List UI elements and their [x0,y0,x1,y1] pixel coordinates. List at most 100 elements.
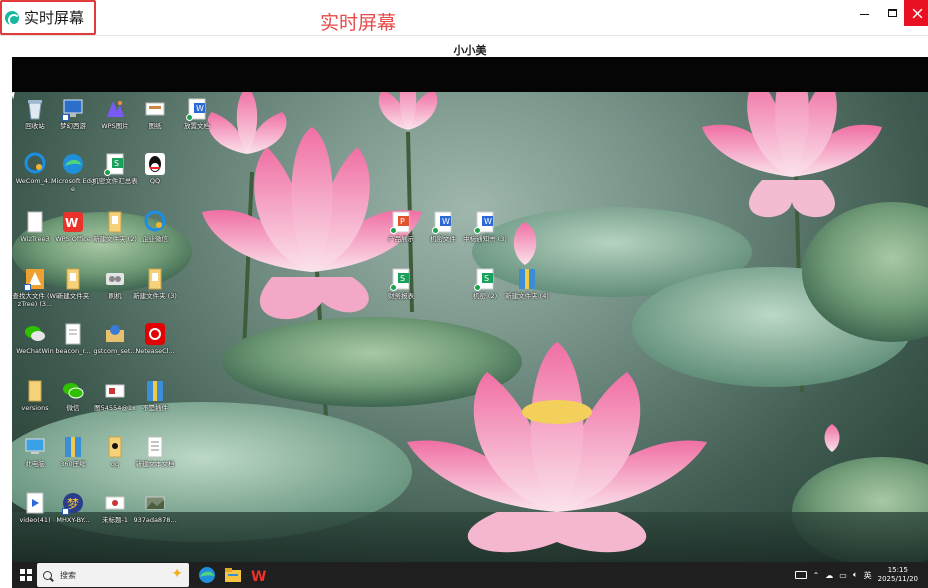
desktop-icon-confidential-file[interactable]: W 机密文件 [420,210,466,244]
title-bar: 实时屏幕 实时屏幕 [0,0,928,35]
wiztree-icon [24,267,46,291]
desktop-icon-360zip[interactable]: 360压缩 [50,435,96,469]
edge-icon [199,567,215,583]
recycle-bin-icon [24,97,46,121]
ime-indicator[interactable]: 英 [864,570,872,581]
taskbar: 搜索 ✦ W ⌃ ☁ ▭ 🔈︎ 英 15:15 2025/11/20 [12,562,928,588]
taskbar-wps-button[interactable]: W [250,566,268,585]
svg-text:S: S [484,274,489,283]
qq-icon [144,152,166,176]
folder-icon [104,435,126,459]
word-doc-icon: W [432,210,454,234]
desktop-icon-not-plugin[interactable]: 不是插件 [132,379,178,413]
desktop-icon-wecom[interactable]: 企业微信 [132,210,178,244]
desktop-icon-new-folder[interactable]: 新建文件夹 [50,267,96,301]
text-file-icon [144,435,166,459]
title-divider [0,35,928,36]
desktop-icon-finance-report[interactable]: S 财务报表 [378,267,424,301]
svg-text:S: S [400,274,405,283]
desktop-icon-label: 放置文档 [184,122,210,130]
desktop-icon-product-show[interactable]: P 产品展示 [378,210,424,244]
file-icon [62,322,84,346]
wechat-icon [62,379,84,403]
desktop-icon-wechat[interactable]: 微信 [50,379,96,413]
start-button[interactable] [20,569,32,581]
desktop-icon-netease[interactable]: NeteaseCl... [132,322,178,356]
desktop-icon-wps-office[interactable]: W WPS Office [50,210,96,244]
desktop-icon-label: QQ [149,177,161,185]
desktop-icon-confidential-2[interactable]: S 机密 (2) [462,267,508,301]
tool-icon [104,267,126,291]
clock-date: 2025/11/20 [877,575,918,583]
desktop-icon-new-folder-3[interactable]: 新建文件夹 (3) [132,267,178,301]
wps-image-icon [104,97,126,121]
desktop-icon-beacon[interactable]: beacon_r... [50,322,96,356]
desktop-icon-label: beacon_r... [55,347,91,355]
app-logo-icon [5,10,20,26]
wecom-icon [24,152,46,176]
remote-desktop[interactable]: 回收站 梦幻西游 WPS图片 图纸 W 放置文档 WeCom_4... Micr… [12,92,928,562]
keyboard-icon[interactable] [794,571,807,579]
search-placeholder: 搜索 [60,570,76,580]
clock[interactable]: 15:15 2025/11/20 [878,566,918,584]
desktop-icon-label: 新建文件夹 (3) [133,292,177,300]
desktop-icon-label: 企业微信 [142,235,168,243]
image-icon [144,491,166,515]
ppt-icon: P [390,210,412,234]
desktop-icon-new-folder-4[interactable]: 新建文件夹 (4) [504,267,550,301]
wecom-icon [144,210,166,234]
app-title-box: 实时屏幕 [0,0,96,35]
video-icon [24,491,46,515]
desktop-icon-label: 机密文件 [430,235,456,243]
desktop-icon-937ada[interactable]: 937ada878... [132,491,178,525]
desktop-icon-label: 新建文件夹 (4) [505,292,549,300]
file-icon [24,210,46,234]
annotation-label: 实时屏幕 [320,12,397,34]
desktop-icon-edge[interactable]: Microsoft Edge [50,152,96,193]
show-hidden-icons-icon[interactable]: ⌃ [813,571,820,580]
desktop-icon-bid-notice[interactable]: W 中标通知书 (3) [462,210,508,244]
taskbar-explorer-button[interactable] [224,566,242,584]
desktop-icon-qq[interactable]: QQ [132,152,178,186]
spreadsheet-icon: S [390,267,412,291]
desktop-icon-label: WPS Office [55,235,91,243]
desktop-icon-label: 360压缩 [60,460,86,468]
desktop-icon-mhxy[interactable]: 梦 MHXY-BY... [50,491,96,525]
desktop-icon-drawing[interactable]: 图纸 [132,97,178,131]
taskbar-search-box[interactable]: 搜索 ✦ [37,563,189,587]
window-title: 实时屏幕 [24,9,85,27]
clock-time: 15:15 [887,566,908,574]
svg-text:W: W [251,569,266,584]
volume-icon[interactable]: 🔈︎ [853,570,858,580]
desktop-icon-label: MHXY-BY... [56,516,90,524]
desktop-icon-menghuan[interactable]: 梦幻西游 [50,97,96,131]
taskbar-edge-button[interactable] [198,566,216,584]
close-button[interactable] [904,0,928,26]
desktop-icon-label: 不是插件 [142,404,168,412]
desktop-icon-new-text-doc[interactable]: 新建文本文档 [132,435,178,469]
desktop-icon-label: 微信 [66,404,80,412]
archive-icon [144,379,166,403]
computer-icon [24,435,46,459]
wechat-icon [24,322,46,346]
cloud-icon[interactable]: ☁ [825,571,833,580]
desktop-icon-label: Microsoft Edge [50,177,95,193]
desktop-icon-label: 937ada878... [133,516,177,524]
search-highlight-icon: ✦ [171,566,183,582]
drawing-icon [144,97,166,121]
word-doc-icon: W [186,97,208,121]
desktop-icon-placed-doc[interactable]: W 放置文档 [174,97,220,131]
edge-icon [62,152,84,176]
network-icon[interactable]: ▭ [839,571,847,580]
desktop-icon-label: 新建文本文档 [135,460,175,468]
folder-icon [144,267,166,291]
desktop-icon-label: NeteaseCl... [135,347,175,355]
archive-icon [62,435,84,459]
remote-user-name: 小小美 [453,44,487,57]
system-tray: ⌃ ☁ ▭ 🔈︎ 英 15:15 2025/11/20 [794,562,918,588]
desktop-icon-label: 产品展示 [388,235,414,243]
maximize-icon [887,9,897,17]
folder-icon [104,210,126,234]
svg-text:P: P [400,217,405,226]
remote-screen[interactable]: 回收站 梦幻西游 WPS图片 图纸 W 放置文档 WeCom_4... Micr… [12,57,928,588]
